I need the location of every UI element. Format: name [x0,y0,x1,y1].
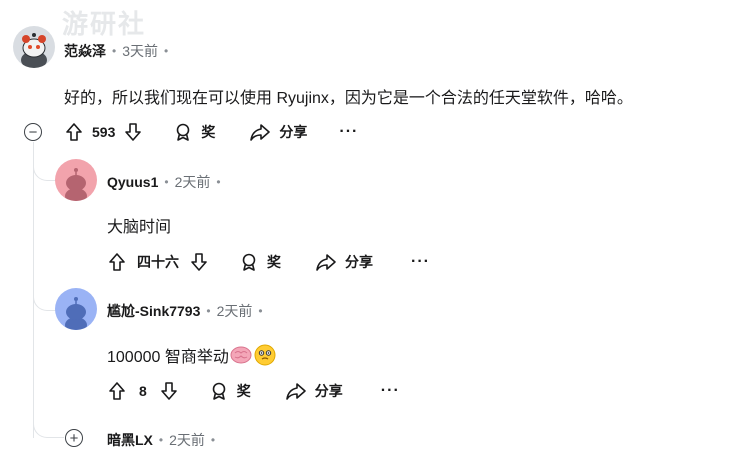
share-icon [316,254,336,271]
award-label: 奖 [201,124,216,140]
collapse-thread-button[interactable]: − [24,123,42,141]
comment-meta: 尴尬-Sink7793 • 2天前 • [107,301,269,321]
award-button[interactable]: 奖 [239,252,281,272]
snoo-avatar-icon [65,297,87,330]
separator-dot: • [210,433,216,447]
plus-icon: + [69,429,79,447]
award-button[interactable]: 奖 [209,381,251,401]
share-button[interactable]: 分享 [249,122,307,142]
snoo-avatar-icon [65,168,87,201]
comment-actions: 8 奖 分享 ··· [107,381,400,401]
share-button[interactable]: 分享 [315,252,373,272]
comment-author[interactable]: Qyuus1 [107,174,158,190]
award-icon [177,123,190,141]
upvote-button[interactable] [107,252,127,272]
comment-body: 大脑时间 [107,219,172,236]
comment-body: 好的，所以我们现在可以使用 Ryujinx，因为它是一个合法的任天堂软件，哈哈。 [64,90,633,107]
award-icon [212,382,226,400]
comment-body-row: 100000 智商举动 [107,343,276,367]
share-button[interactable]: 分享 [285,381,343,401]
downvote-button[interactable] [123,122,143,142]
arrow-up-icon [66,123,82,141]
thread-elbow-1 [33,155,56,181]
separator-dot: • [258,304,263,318]
comment-time[interactable]: 2天前 [175,172,211,192]
more-options-button[interactable]: ··· [339,123,358,141]
arrow-up-icon [109,382,125,400]
comment-author[interactable]: 范焱泽 [64,41,106,61]
avatar[interactable] [55,159,97,201]
share-label: 分享 [314,383,343,399]
more-options-button[interactable]: ··· [411,253,430,271]
share-icon [250,124,271,141]
comment-author[interactable]: 暗黑LX [107,430,153,450]
more-options-button[interactable]: ··· [381,382,400,400]
separator-dot: • [112,44,117,58]
share-label: 分享 [279,124,308,140]
comment-body: 100000 智商举动 [107,349,229,366]
comment-meta: 范焱泽 • 3天前 • [64,41,174,61]
brain-emoji-icon [230,346,252,364]
snoo-avatar-icon [21,33,47,68]
award-icon [242,253,256,271]
upvote-button[interactable] [107,381,127,401]
avatar[interactable] [13,26,55,68]
thread-elbow-2 [33,285,56,311]
arrow-down-icon [125,123,142,141]
vote-score: 四十六 [137,254,179,270]
minus-icon: − [28,123,38,141]
comment-time[interactable]: 3天前 [122,41,158,61]
downvote-button[interactable] [189,252,209,272]
upvote-button[interactable] [64,122,84,142]
separator-dot: • [164,44,169,58]
award-label: 奖 [236,383,251,399]
share-icon [285,383,306,400]
thinking-face-emoji-icon [254,344,276,366]
comment-author[interactable]: 尴尬-Sink7793 [107,301,200,321]
arrow-up-icon [109,253,125,271]
expand-thread-button[interactable]: + [65,429,83,447]
comment-time[interactable]: 2天前 [217,301,253,321]
vote-score: 8 [139,383,147,399]
comment-time[interactable]: 2天前 [169,430,205,450]
award-label: 奖 [267,254,281,270]
share-label: 分享 [345,254,373,270]
comment-actions: 四十六 奖 分享 ··· [107,252,430,272]
thread-elbow-3 [33,412,64,438]
separator-dot: • [216,175,221,189]
downvote-button[interactable] [159,381,179,401]
watermark-logo: 游研社 [62,9,147,39]
separator-dot: • [206,304,211,318]
separator-dot: • [158,433,164,447]
arrow-down-icon [191,253,207,271]
comment-meta: 暗黑LX • 2天前 • [107,430,221,450]
comment-meta: Qyuus1 • 2天前 • [107,172,227,192]
avatar[interactable] [55,288,97,330]
comment-actions: 593 奖 分享 ··· [64,122,358,142]
arrow-down-icon [160,382,177,400]
vote-score: 593 [92,124,116,140]
award-button[interactable]: 奖 [173,122,215,142]
separator-dot: • [164,175,169,189]
